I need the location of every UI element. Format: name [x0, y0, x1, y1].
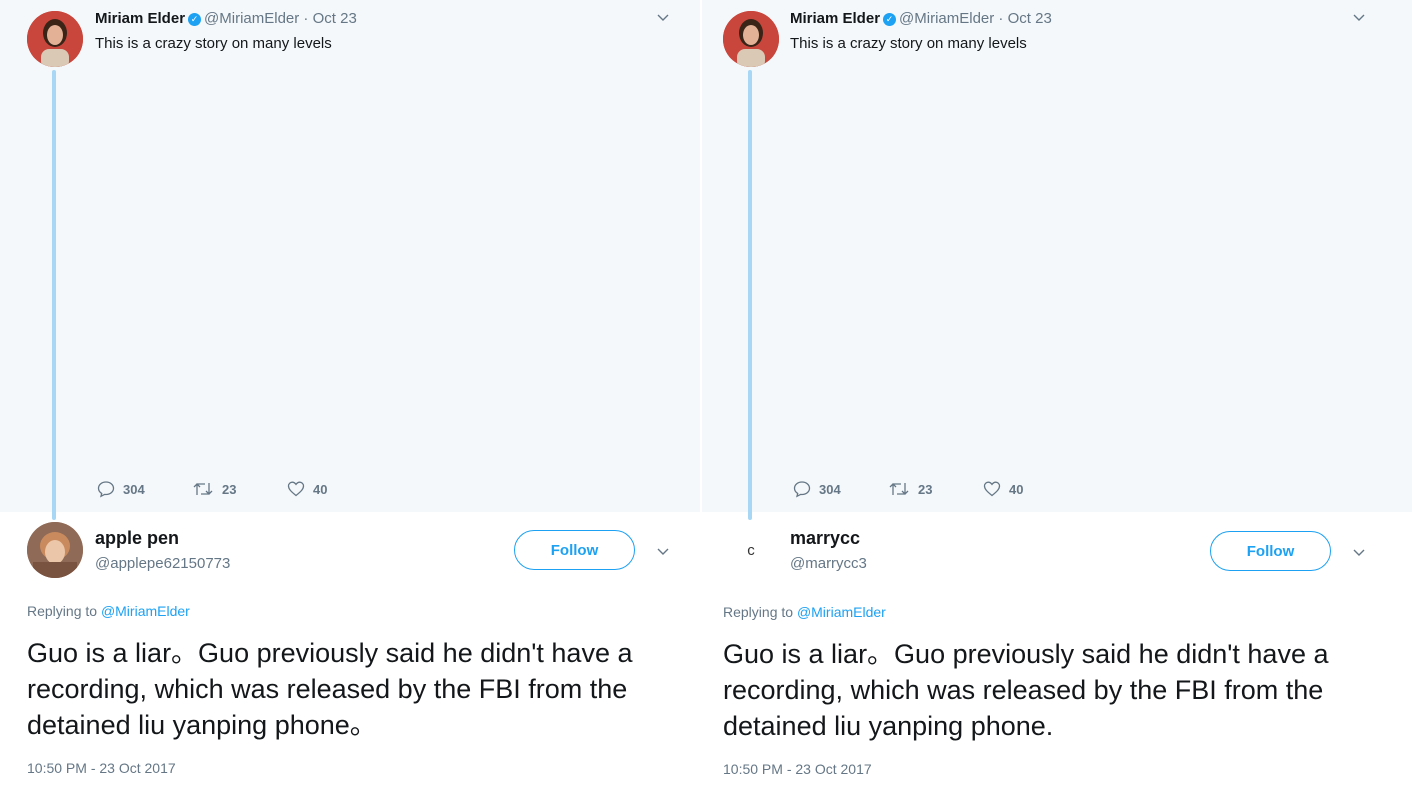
reply-action[interactable]: 304 — [97, 480, 192, 498]
thread-connector-line — [748, 70, 752, 520]
parent-tweet-text: This is a crazy story on many levels — [95, 35, 332, 52]
reply-timestamp[interactable]: 10:50 PM - 23 Oct 2017 — [27, 760, 176, 776]
heart-icon — [983, 481, 1001, 497]
thread-connector-line — [52, 70, 56, 520]
replying-to-label: Replying to — [723, 604, 797, 620]
reply-author-avatar[interactable]: c — [723, 522, 779, 578]
reply-author-name[interactable]: apple pen — [95, 528, 179, 549]
chevron-down-icon[interactable] — [656, 10, 670, 24]
retweet-action[interactable]: 23 — [192, 480, 287, 498]
reply-count: 304 — [123, 481, 145, 497]
reply-action[interactable]: 304 — [793, 480, 888, 498]
reply-timestamp[interactable]: 10:50 PM - 23 Oct 2017 — [723, 761, 872, 777]
replying-to-link[interactable]: @MiriamElder — [101, 603, 190, 619]
reply-author-name[interactable]: marrycc — [790, 528, 860, 549]
retweet-icon — [889, 483, 909, 495]
reply-author-avatar[interactable] — [27, 522, 83, 578]
parent-tweet-text: This is a crazy story on many levels — [790, 35, 1027, 52]
retweet-action[interactable]: 23 — [888, 480, 983, 498]
chevron-down-icon[interactable] — [656, 544, 670, 558]
follow-button[interactable]: Follow — [1210, 531, 1331, 571]
heart-icon — [287, 481, 305, 497]
reply-count: 304 — [819, 481, 841, 497]
like-action[interactable]: 40 — [287, 480, 382, 498]
reply-tweet-text: Guo is a liar。Guo previously said he did… — [723, 639, 1329, 741]
tweet-actions: 304 23 40 — [97, 480, 382, 498]
reply-author-handle[interactable]: @marrycc3 — [790, 555, 867, 572]
retweet-icon — [193, 483, 213, 495]
replying-to-label: Replying to — [27, 603, 101, 619]
parent-tweet-header: Miriam Elder ✓ @MiriamElder · Oct 23 — [790, 10, 1052, 27]
like-count: 40 — [1009, 481, 1024, 497]
chevron-down-icon[interactable] — [1352, 10, 1366, 24]
replying-to-line: Replying to @MiriamElder — [723, 604, 886, 620]
follow-button[interactable]: Follow — [514, 530, 635, 570]
tweet-panel-left: Miriam Elder ✓ @MiriamElder · Oct 23 This … — [0, 0, 700, 803]
tweet-panel-right: Miriam Elder ✓ @MiriamElder · Oct 23 This … — [702, 0, 1412, 803]
author-avatar[interactable] — [27, 11, 83, 67]
verified-badge-icon: ✓ — [188, 13, 202, 26]
parent-tweet[interactable]: Miriam Elder ✓ @MiriamElder · Oct 23 This … — [702, 0, 1412, 512]
retweet-count: 23 — [222, 481, 237, 497]
replying-to-line: Replying to @MiriamElder — [27, 603, 190, 619]
author-handle-date[interactable]: @MiriamElder · Oct 23 — [204, 10, 357, 27]
author-name[interactable]: Miriam Elder — [790, 10, 880, 27]
chevron-down-icon[interactable] — [1352, 545, 1366, 559]
parent-tweet[interactable]: Miriam Elder ✓ @MiriamElder · Oct 23 This … — [0, 0, 700, 512]
like-count: 40 — [313, 481, 328, 497]
tweet-actions: 304 23 40 — [793, 480, 1078, 498]
author-handle-date[interactable]: @MiriamElder · Oct 23 — [899, 10, 1052, 27]
reply-icon — [97, 481, 115, 498]
retweet-count: 23 — [918, 481, 933, 497]
replying-to-link[interactable]: @MiriamElder — [797, 604, 886, 620]
like-action[interactable]: 40 — [983, 480, 1078, 498]
verified-badge-icon: ✓ — [883, 13, 897, 26]
reply-tweet-text: Guo is a liar。Guo previously said he did… — [27, 638, 633, 740]
author-name[interactable]: Miriam Elder — [95, 10, 185, 27]
reply-icon — [793, 481, 811, 498]
parent-tweet-header: Miriam Elder ✓ @MiriamElder · Oct 23 — [95, 10, 357, 27]
reply-author-handle[interactable]: @applepe62150773 — [95, 555, 230, 572]
author-avatar[interactable] — [723, 11, 779, 67]
